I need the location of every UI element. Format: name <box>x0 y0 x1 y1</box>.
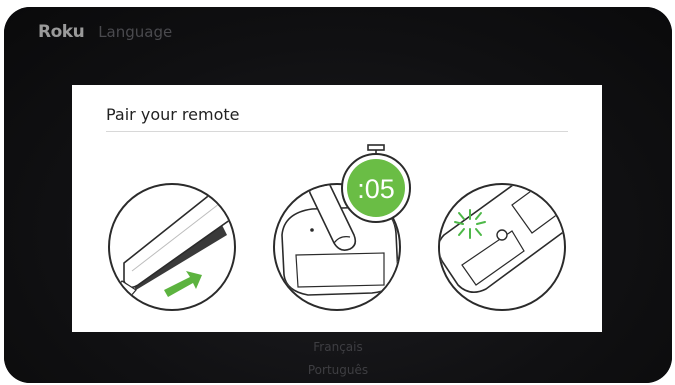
remote-battery-slide-icon <box>108 183 236 311</box>
pair-remote-dialog: Pair your remote:05 <box>72 85 602 332</box>
press-pair-button-icon: :05 <box>273 144 411 311</box>
page-title: Language <box>98 23 173 41</box>
stopwatch-icon: :05 <box>341 144 411 223</box>
tv-screen: Roku Language Français Português Pair yo… <box>4 7 672 383</box>
language-option-portugues[interactable]: Português <box>4 363 672 377</box>
language-option-francais[interactable]: Français <box>4 340 672 354</box>
header: Roku Language <box>38 19 172 45</box>
pairing-light-icon <box>438 183 566 311</box>
roku-logo: Roku <box>38 22 85 42</box>
pairing-steps: :05 <box>108 144 566 311</box>
timer-label: :05 <box>357 174 395 204</box>
